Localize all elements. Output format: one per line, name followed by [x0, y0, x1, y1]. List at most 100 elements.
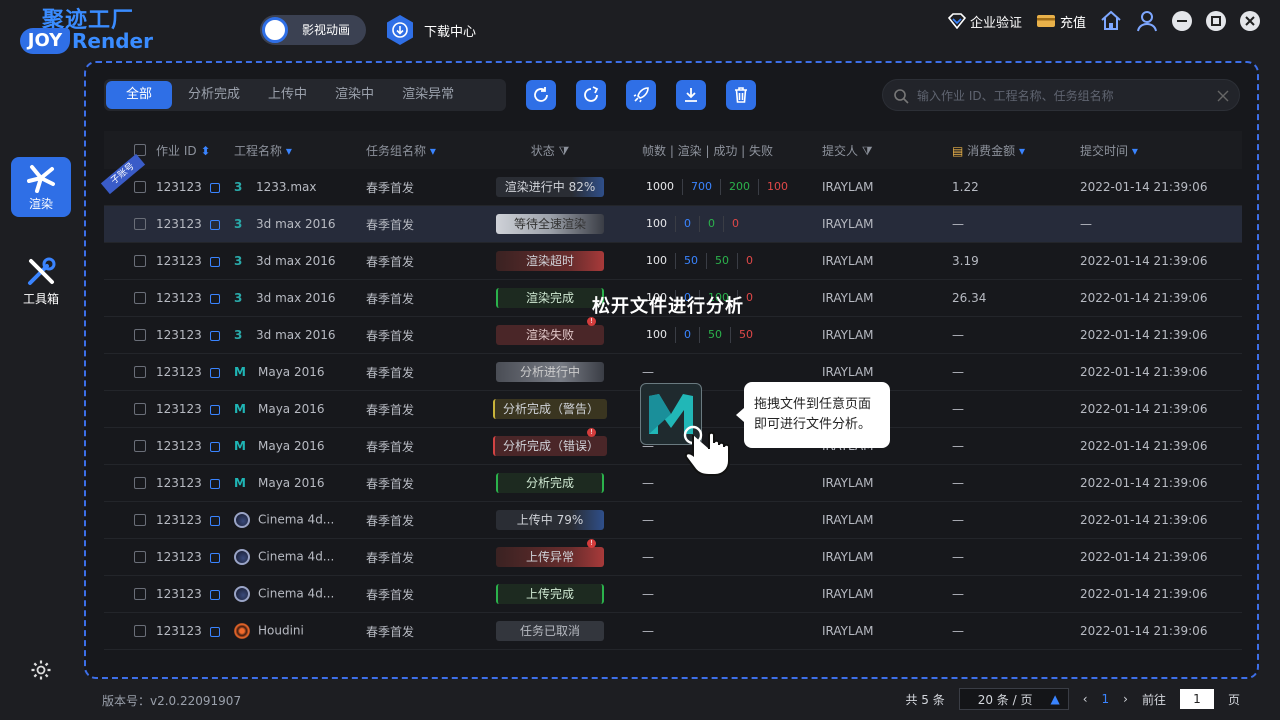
tab-render-error[interactable]: 渲染异常: [388, 79, 468, 111]
user-icon[interactable]: [1136, 10, 1158, 32]
time-cell: 2022-01-14 21:39:06: [1080, 291, 1208, 305]
row-checkbox[interactable]: [134, 551, 146, 563]
copy-icon[interactable]: [209, 293, 220, 304]
time-cell: 2022-01-14 21:39:06: [1080, 513, 1208, 527]
copy-icon[interactable]: [209, 182, 220, 193]
copy-icon[interactable]: [209, 589, 220, 600]
copy-icon[interactable]: [209, 404, 220, 415]
row-checkbox[interactable]: [134, 292, 146, 304]
col-time[interactable]: 提交时间 ▾: [1080, 142, 1240, 159]
maximize-icon: [1211, 16, 1221, 26]
status-badge: 渲染进行中 82%: [496, 177, 604, 197]
row-checkbox[interactable]: [134, 218, 146, 230]
time-cell: 2022-01-14 21:39:06: [1080, 402, 1208, 416]
page-size-select[interactable]: 20 条 / 页 ▲: [958, 688, 1069, 710]
copy-icon[interactable]: [209, 441, 220, 452]
status-badge: 等待全速渲染: [496, 214, 604, 234]
col-cost[interactable]: ▤ 消费金额 ▾: [952, 142, 1080, 159]
frame-failed: 50: [739, 328, 753, 341]
table-row[interactable]: 123123 3 1233.max 春季首发 渲染进行中 82% 1000 700 200 10…: [104, 169, 1242, 206]
clear-icon[interactable]: [1217, 90, 1229, 102]
copy-icon[interactable]: [209, 256, 220, 267]
project-name: 3d max 2016: [256, 328, 336, 342]
tab-all[interactable]: 全部: [106, 81, 173, 109]
restart-button[interactable]: [576, 80, 606, 110]
copy-icon[interactable]: [209, 515, 220, 526]
table-row[interactable]: 123123 Cinema 4d... 春季首发 上传完成 — IRAYLAM — 2022-…: [104, 576, 1242, 613]
table-row[interactable]: 123123 Houdini 春季首发 任务已取消 — IRAYLAM — 2022-01-1…: [104, 613, 1242, 650]
project-cell: M Maya 2016: [234, 476, 366, 490]
goto-page-input[interactable]: 1: [1179, 689, 1214, 709]
group-cell: 春季首发: [366, 550, 415, 565]
status-cell: 分析进行中: [474, 362, 626, 382]
download-center-button[interactable]: 下载中心: [386, 14, 476, 46]
caret-up-icon: ▲: [1050, 692, 1060, 706]
table-row[interactable]: 123123 3 3d max 2016 春季首发 等待全速渲染 100 0 0 0 IRAYLA…: [104, 206, 1242, 243]
refresh-button[interactable]: [526, 80, 556, 110]
table-row[interactable]: 123123 Cinema 4d... 春季首发 上传中 79% — IRAYLAM — 20…: [104, 502, 1242, 539]
col-submitter[interactable]: 提交人 ⧩: [822, 142, 952, 159]
frame-success: 50: [707, 253, 738, 269]
settings-gear-icon[interactable]: [30, 659, 52, 681]
prev-page-icon[interactable]: ‹: [1083, 692, 1088, 706]
job-id-cell: 123123: [156, 550, 234, 564]
row-checkbox[interactable]: [134, 403, 146, 415]
row-checkbox[interactable]: [134, 329, 146, 341]
recharge-button[interactable]: 充值: [1036, 12, 1086, 31]
job-id: 123123: [156, 513, 202, 527]
job-id-cell: 123123: [156, 180, 234, 194]
row-checkbox[interactable]: [134, 255, 146, 267]
col-group[interactable]: 任务组名称 ▾: [366, 142, 474, 159]
row-checkbox[interactable]: [134, 477, 146, 489]
copy-icon[interactable]: [209, 552, 220, 563]
counts-cell: 100 0 0 0: [626, 216, 822, 232]
col-project[interactable]: 工程名称 ▾: [234, 142, 366, 159]
row-checkbox[interactable]: [134, 181, 146, 193]
mode-toggle[interactable]: 影视动画: [260, 15, 366, 45]
page-number-current[interactable]: 1: [1102, 692, 1110, 706]
sidebar-item-label: 渲染: [28, 197, 53, 211]
col-job-id[interactable]: 作业 ID ⬍: [156, 142, 234, 159]
close-button[interactable]: [1240, 11, 1260, 31]
copy-icon[interactable]: [209, 626, 220, 637]
status-badge: 分析完成: [496, 473, 604, 493]
table-row[interactable]: 123123 3 3d max 2016 春季首发 渲染超时 100 50 50 0 IRAYLA…: [104, 243, 1242, 280]
tab-rendering[interactable]: 渲染中: [321, 79, 388, 111]
row-checkbox[interactable]: [134, 366, 146, 378]
copy-icon[interactable]: [209, 219, 220, 230]
home-icon[interactable]: [1100, 10, 1122, 32]
job-id: 123123: [156, 550, 202, 564]
col-status[interactable]: 状态 ⧩: [474, 142, 626, 159]
maximize-button[interactable]: [1206, 11, 1226, 31]
search-input[interactable]: 输入作业 ID、工程名称、任务组名称: [882, 79, 1240, 111]
job-id: 123123: [156, 254, 202, 268]
download-button[interactable]: [676, 80, 706, 110]
table-row[interactable]: 123123 M Maya 2016 春季首发 分析完成 — IRAYLAM — 2022-01…: [104, 465, 1242, 502]
tab-analysis-done[interactable]: 分析完成: [174, 79, 254, 111]
col-cost-label: 消费金额: [967, 143, 1016, 158]
row-checkbox[interactable]: [134, 514, 146, 526]
copy-icon[interactable]: [209, 367, 220, 378]
sidebar-item-render[interactable]: 渲染: [11, 157, 71, 217]
minimize-button[interactable]: [1172, 11, 1192, 31]
table-row[interactable]: 123123 Cinema 4d... 春季首发 上传异常 — IRAYLAM — 2022-…: [104, 539, 1242, 576]
accelerate-button[interactable]: [626, 80, 656, 110]
card-icon: [1036, 15, 1055, 27]
pagination: 共 5 条 20 条 / 页 ▲ ‹ 1 › 前往 1 页: [905, 688, 1240, 710]
table-row[interactable]: 123123 3 3d max 2016 春季首发 渲染失败 100 0 50 50 IRAYLA…: [104, 317, 1242, 354]
copy-icon[interactable]: [209, 330, 220, 341]
copy-icon[interactable]: [209, 478, 220, 489]
delete-button[interactable]: [726, 80, 756, 110]
row-checkbox[interactable]: [134, 588, 146, 600]
enterprise-verify-button[interactable]: 企业验证: [947, 12, 1022, 31]
next-page-icon[interactable]: ›: [1123, 692, 1128, 706]
sidebar-item-toolbox[interactable]: 工具箱: [11, 250, 71, 310]
frame-failed: 0: [746, 254, 753, 267]
drag-tip-line1: 拖拽文件到任意页面: [754, 397, 872, 412]
row-checkbox[interactable]: [134, 440, 146, 452]
logo-badge: JOY: [20, 28, 70, 54]
group-cell: 春季首发: [366, 291, 415, 306]
footer-bar: 版本号：v2.0.22091907 共 5 条 20 条 / 页 ▲ ‹ 1 › …: [0, 686, 1280, 714]
tab-uploading[interactable]: 上传中: [254, 79, 321, 111]
row-checkbox[interactable]: [134, 625, 146, 637]
